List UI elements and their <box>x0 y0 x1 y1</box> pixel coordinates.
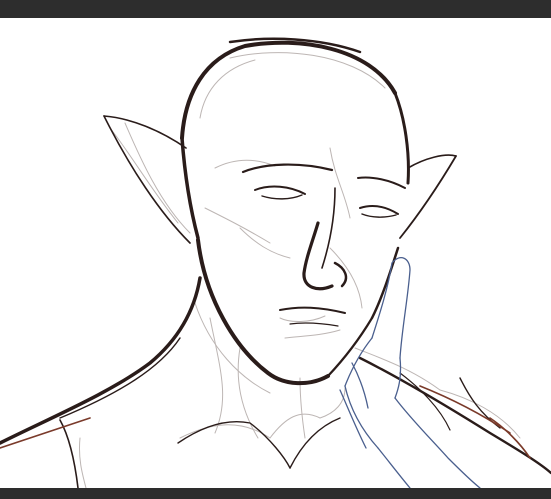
paint-app-window <box>0 0 551 499</box>
hand-sketch-layer <box>339 257 481 488</box>
sketch-layer <box>79 52 521 488</box>
drawing-canvas[interactable] <box>0 18 551 488</box>
top-toolbar-strip <box>0 0 551 18</box>
canvas-artwork <box>0 37 551 488</box>
bottom-status-strip <box>0 488 551 499</box>
